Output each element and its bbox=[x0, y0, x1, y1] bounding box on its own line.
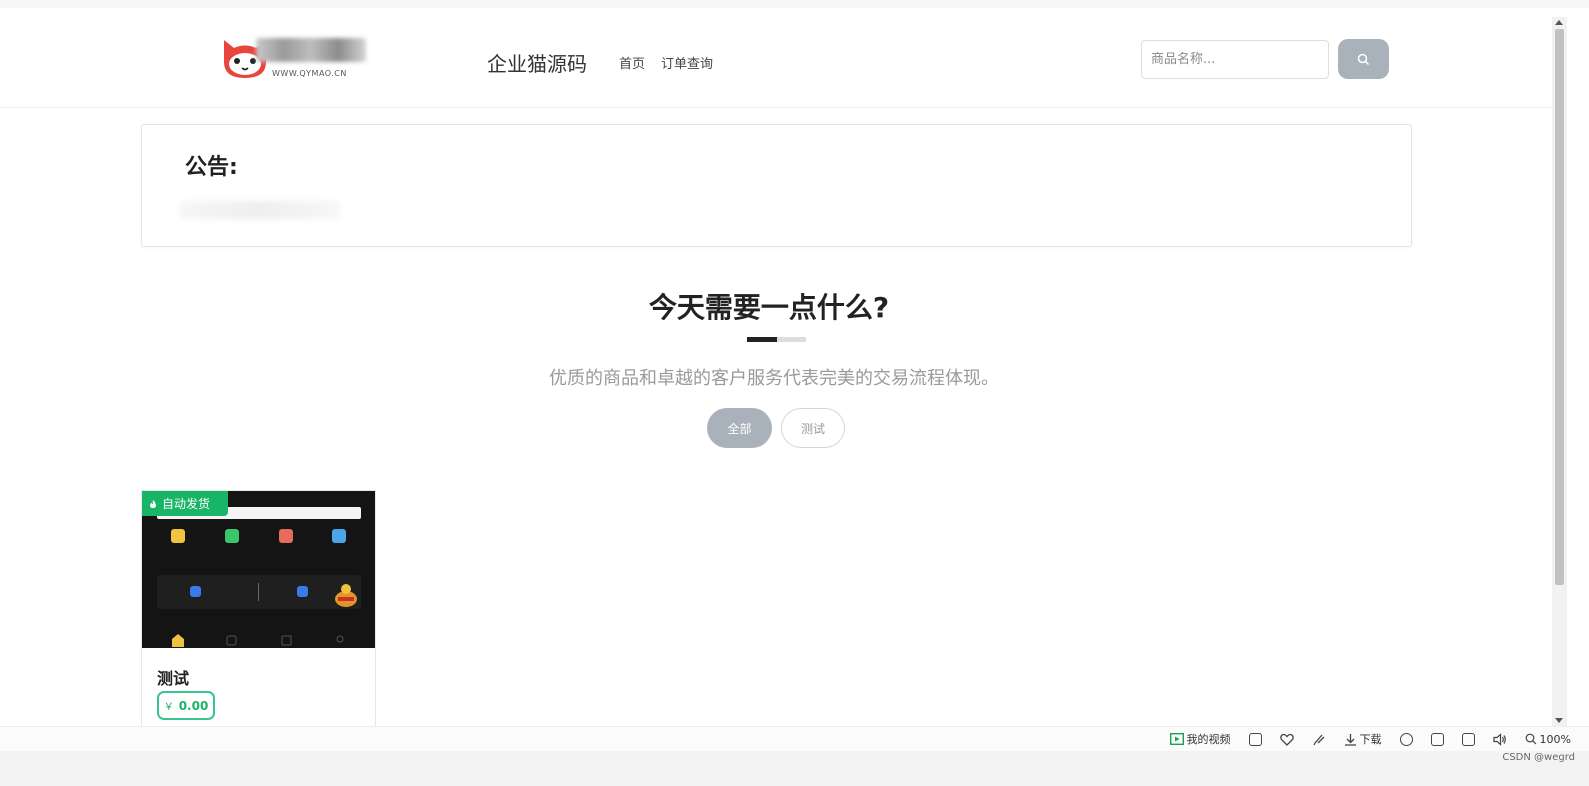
thumbnail-app-icon bbox=[332, 529, 346, 543]
search-icon bbox=[1357, 53, 1370, 65]
speaker-icon bbox=[1492, 732, 1506, 746]
search-button[interactable] bbox=[1338, 39, 1389, 79]
thumbnail-bottom-nav bbox=[172, 634, 344, 647]
site-title: 企业猫源码 bbox=[487, 52, 587, 76]
picture-in-picture-icon bbox=[1461, 732, 1475, 746]
zoom-level: 100% bbox=[1539, 732, 1571, 746]
volume-button[interactable] bbox=[1492, 732, 1507, 746]
auto-delivery-label: 自动发货 bbox=[162, 497, 211, 511]
announcement-panel: 公告: bbox=[141, 124, 1412, 247]
pip-button[interactable] bbox=[1461, 732, 1475, 746]
cast-icon bbox=[1399, 732, 1413, 746]
screenshot-icon bbox=[1248, 732, 1262, 746]
zoom-magnifier-icon bbox=[1525, 733, 1536, 745]
product-name[interactable]: 测试 bbox=[157, 665, 189, 689]
screenshot-button[interactable] bbox=[1248, 732, 1262, 746]
video-play-icon bbox=[1169, 733, 1184, 745]
favorite-button[interactable] bbox=[1279, 733, 1294, 746]
download-icon bbox=[1344, 733, 1356, 746]
thumbnail-app-icon bbox=[190, 586, 201, 597]
logo-text-blurred bbox=[256, 38, 366, 62]
vertical-scrollbar[interactable] bbox=[1552, 17, 1567, 726]
category-filter: 全部 测试 bbox=[707, 408, 845, 448]
my-video-label: 我的视频 bbox=[1186, 733, 1231, 746]
section-heading: 今天需要一点什么? bbox=[648, 291, 890, 324]
thumbnail-app-icon bbox=[279, 529, 293, 543]
thumbnail-app-icon bbox=[297, 586, 308, 597]
category-test-button[interactable]: 测试 bbox=[781, 408, 845, 448]
thumbnail-panel bbox=[157, 575, 361, 609]
heading-underline bbox=[747, 337, 806, 342]
zoom-control[interactable]: 100% bbox=[1525, 733, 1571, 746]
thumbnail-app-icon bbox=[171, 529, 185, 543]
rocket-icon bbox=[1312, 734, 1325, 745]
thumbnail-divider bbox=[258, 583, 259, 601]
product-price: ￥ 0.00 bbox=[157, 691, 215, 720]
bottom-strip bbox=[0, 751, 1589, 786]
site-header: WWW.QYMAO.CN 企业猫源码 首页 订单查询 bbox=[0, 8, 1552, 108]
section-subtitle: 优质的商品和卓越的客户服务代表完美的交易流程体现。 bbox=[549, 368, 999, 389]
scroll-down-arrow-icon[interactable] bbox=[1555, 718, 1563, 723]
logo-url-text: WWW.QYMAO.CN bbox=[272, 69, 347, 78]
cast-button[interactable] bbox=[1399, 732, 1413, 746]
browser-video-toolbar: 我的视频 下载 100% bbox=[0, 726, 1589, 751]
announcement-content-blurred bbox=[180, 201, 340, 219]
category-all-button[interactable]: 全部 bbox=[707, 408, 772, 448]
top-strip bbox=[0, 0, 1589, 8]
main-nav: 首页 订单查询 bbox=[619, 53, 713, 72]
product-search-input[interactable] bbox=[1141, 40, 1329, 79]
announcement-title: 公告: bbox=[185, 155, 238, 180]
product-card[interactable]: 自动发货 测试 ￥ 0.00 bbox=[141, 490, 376, 730]
loop-icon bbox=[1430, 732, 1444, 746]
currency-symbol: ￥ bbox=[163, 702, 174, 713]
heart-icon bbox=[1279, 733, 1294, 746]
nav-order-query-link[interactable]: 订单查询 bbox=[661, 53, 713, 72]
site-logo[interactable]: WWW.QYMAO.CN bbox=[220, 34, 370, 86]
nav-home-link[interactable]: 首页 bbox=[619, 53, 645, 72]
price-value: 0.00 bbox=[178, 698, 209, 713]
browser-viewport: WWW.QYMAO.CN 企业猫源码 首页 订单查询 公告: 今天需要一点什么?… bbox=[0, 0, 1589, 786]
scroll-up-arrow-icon[interactable] bbox=[1555, 20, 1563, 25]
thumbnail-app-icon bbox=[225, 529, 239, 543]
download-label: 下载 bbox=[1359, 733, 1382, 746]
flame-icon bbox=[150, 499, 156, 508]
csdn-watermark: CSDN @wegrd bbox=[1502, 752, 1575, 763]
loop-button[interactable] bbox=[1430, 732, 1444, 746]
speed-button[interactable] bbox=[1312, 733, 1326, 746]
my-video-button[interactable]: 我的视频 bbox=[1169, 731, 1231, 747]
scrollbar-thumb[interactable] bbox=[1555, 29, 1564, 585]
product-thumbnail[interactable]: 自动发货 bbox=[142, 491, 375, 648]
gold-bag-icon bbox=[335, 584, 357, 607]
auto-delivery-badge: 自动发货 bbox=[142, 491, 228, 516]
download-button[interactable]: 下载 bbox=[1344, 731, 1382, 747]
toolbar-items: 我的视频 下载 100% bbox=[1169, 731, 1571, 747]
